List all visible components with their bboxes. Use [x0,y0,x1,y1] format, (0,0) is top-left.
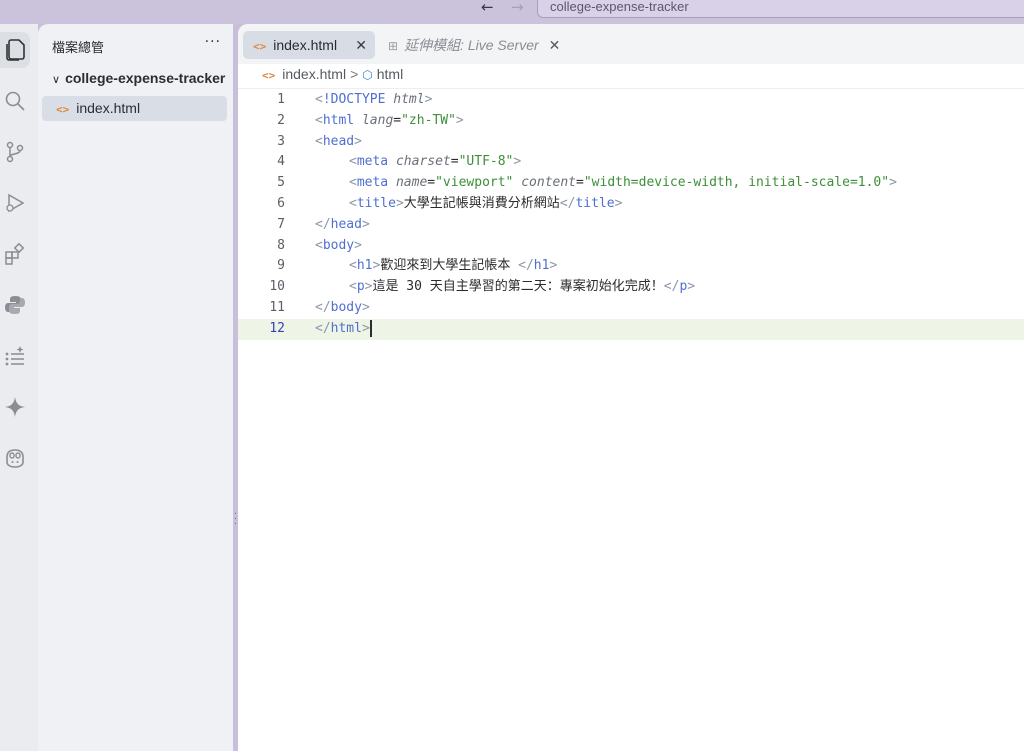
code-line: 6 <title>大學生記帳與消費分析網站</title> [238,194,1024,215]
explorer-sidebar: 檔案總管 ··· ∨ college-expense-tracker <> inde… [38,24,233,751]
line-number: 3 [277,133,285,149]
code-line: 2 <html lang="zh-TW"> [238,111,1024,132]
code-text: </head> [315,216,370,232]
testing-icon[interactable] [0,338,30,374]
breadcrumb: <> index.html > ⬡ html [262,66,403,82]
explorer-title: 檔案總管 [52,40,105,55]
tab-index-html[interactable]: <> index.html ✕ [243,31,375,59]
code-text: </html> [315,319,372,337]
folder-label: college-expense-tracker [65,70,226,86]
close-icon[interactable]: ✕ [549,37,561,53]
tab-bar: <> index.html ✕ ⊞ 延伸模組: Live Server ✕ [238,24,1024,64]
editor-group: <> index.html ✕ ⊞ 延伸模組: Live Server ✕ <> ind… [238,24,1024,751]
close-icon[interactable]: ✕ [355,31,367,59]
arrow-right-icon[interactable]: → [511,0,524,16]
explorer-icon[interactable] [0,32,30,68]
breadcrumb-file[interactable]: index.html [282,66,346,82]
run-debug-icon[interactable] [0,185,30,221]
code-line: 1 <!DOCTYPE html> [238,90,1024,111]
code-line: 3 <head> [238,132,1024,153]
code-text: <title>大學生記帳與消費分析網站</title> [349,195,623,211]
source-control-icon[interactable] [0,134,30,170]
code-line: 9 <h1>歡迎來到大學生記帳本 </h1> [238,256,1024,277]
html-file-icon: <> [253,40,267,53]
line-number: 10 [269,279,285,295]
code-text: <p>這是 30 天自主學習的第二天：專案初始化完成！</p> [349,279,696,295]
title-bar: ← → college-expense-tracker [0,0,1024,24]
file-index-html[interactable]: <> index.html [42,96,227,121]
python-icon[interactable] [0,287,30,323]
line-number: 1 [277,92,285,107]
tab-label: 延伸模組: Live Server [404,37,539,53]
sparkle-icon[interactable] [0,389,30,425]
line-number: 11 [269,299,285,315]
line-number: 6 [277,195,285,211]
extensions-icon[interactable] [0,236,30,272]
code-line: 10 <p>這是 30 天自主學習的第二天：專案初始化完成！</p> [238,277,1024,298]
line-number: 8 [277,237,285,253]
arrow-left-icon[interactable]: ← [481,0,494,16]
text-cursor [369,319,372,337]
code-line-current: 12 </html> [238,318,1024,340]
more-actions-icon[interactable]: ··· [205,34,221,50]
line-number: 5 [277,175,285,191]
line-number: 7 [277,216,285,232]
folder-college-expense-tracker[interactable]: ∨ college-expense-tracker [52,70,228,86]
preview-icon: ⊞ [388,39,399,53]
breadcrumb-separator: > [350,66,359,82]
divider [238,88,1024,89]
command-center-search[interactable]: college-expense-tracker [537,0,1024,18]
html-file-icon: <> [56,103,70,116]
tab-live-server-extension[interactable]: ⊞ 延伸模組: Live Server ✕ [388,31,560,59]
code-text: <meta name="viewport" content="width=dev… [349,175,897,191]
code-line: 11 </body> [238,298,1024,319]
tab-label: index.html [273,37,338,53]
code-text: </body> [315,299,370,315]
code-text: <meta charset="UTF-8"> [349,154,522,170]
line-number: 2 [277,112,285,128]
code-line: 4 <meta charset="UTF-8"> [238,152,1024,173]
search-icon[interactable] [0,83,30,119]
html-file-icon: <> [262,69,276,82]
code-line: 5 <meta name="viewport" content="width=de… [238,173,1024,194]
code-text: <html lang="zh-TW"> [315,112,464,128]
copilot-icon[interactable] [0,440,30,476]
code-line: 8 <body> [238,236,1024,257]
code-text: <body> [315,237,362,253]
code-line: 7 </head> [238,215,1024,236]
line-number: 12 [269,320,285,336]
breadcrumb-element[interactable]: html [377,66,403,82]
code-text: <head> [315,133,362,149]
activity-bar [0,24,38,751]
element-symbol-icon: ⬡ [362,68,373,82]
code-text: <h1>歡迎來到大學生記帳本 </h1> [349,258,558,274]
file-label: index.html [76,100,141,116]
chevron-down-icon: ∨ [52,74,61,86]
code-text: <!DOCTYPE html> [315,92,433,107]
code-editor[interactable]: 1 <!DOCTYPE html> 2 <html lang="zh-TW"> 3 <… [238,90,1024,340]
line-number: 9 [277,258,285,274]
line-number: 4 [277,154,285,170]
